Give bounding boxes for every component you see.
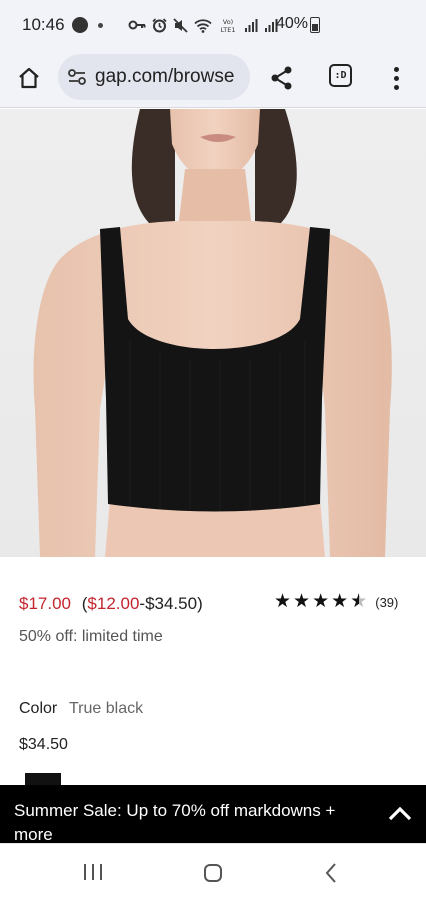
home-button[interactable]: [14, 63, 44, 93]
wifi-icon: [194, 18, 212, 33]
more-notifications-icon: [98, 23, 103, 28]
system-home-button[interactable]: [204, 864, 222, 882]
recents-bar: [100, 864, 102, 880]
menu-dot: [393, 84, 399, 90]
star-full-icon: ★: [274, 591, 292, 612]
mute-icon: [173, 17, 188, 33]
review-count[interactable]: (39): [375, 595, 398, 610]
svg-text:LTE1: LTE1: [221, 26, 236, 33]
product-image[interactable]: [0, 109, 426, 557]
key-icon: [128, 20, 146, 30]
rating[interactable]: ★ ★ ★ ★ ★ (39): [274, 591, 398, 613]
back-icon[interactable]: [324, 862, 338, 884]
share-button[interactable]: [266, 62, 298, 94]
recents-bar: [92, 864, 94, 880]
star-full-icon: ★: [293, 591, 311, 612]
status-icons: Vo) LTE1: [128, 14, 278, 36]
menu-dot: [393, 66, 399, 72]
color-value: True black: [69, 700, 144, 717]
signal-icon-1: [245, 19, 258, 32]
tab-switcher-button[interactable]: :D: [329, 64, 352, 87]
share-icon: [271, 66, 292, 90]
battery-icon: [310, 17, 320, 33]
price-range-low: $12.00: [87, 594, 140, 613]
status-bar: 10:46 Vo) LTE1 40%: [0, 0, 426, 50]
alarm-icon: [152, 17, 167, 32]
svg-text:Vo): Vo): [223, 18, 233, 26]
battery-percent: 40%: [276, 15, 309, 32]
sale-price: $17.00: [19, 594, 71, 613]
home-icon: [19, 67, 39, 89]
promo-banner[interactable]: Summer Sale: Up to 70% off markdowns + m…: [0, 785, 426, 844]
menu-dot: [393, 75, 399, 81]
recents-button[interactable]: [84, 864, 102, 880]
site-settings-icon[interactable]: [66, 66, 88, 88]
status-time: 10:46: [22, 15, 65, 34]
star-half-icon: ★: [350, 592, 367, 613]
more-menu-button[interactable]: [384, 62, 408, 94]
url-text[interactable]: gap.com/browse: [95, 66, 234, 88]
volte-icon: Vo)LTE1: [221, 18, 236, 33]
model-wearing-bralette-illustration: [33, 109, 392, 557]
expand-promo-button[interactable]: [386, 799, 414, 827]
notification-dot-icon: [72, 17, 88, 33]
star-full-icon: ★: [331, 591, 349, 612]
recents-bar: [84, 864, 86, 880]
color-price: $34.50: [19, 736, 68, 753]
system-navigation-bar: [0, 843, 426, 900]
star-full-icon: ★: [312, 591, 330, 612]
chevron-up-icon: [388, 806, 412, 821]
color-label: Color: [19, 700, 58, 717]
price-row: $17.00 ($12.00-$34.50): [19, 594, 203, 614]
discount-note: 50% off: limited time: [19, 628, 163, 645]
address-bar[interactable]: gap.com/browse: [58, 54, 250, 100]
browser-toolbar: gap.com/browse :D: [0, 50, 426, 108]
promo-text: Summer Sale: Up to 70% off markdowns + m…: [14, 801, 336, 844]
price-range-high: -$34.50): [139, 594, 203, 613]
